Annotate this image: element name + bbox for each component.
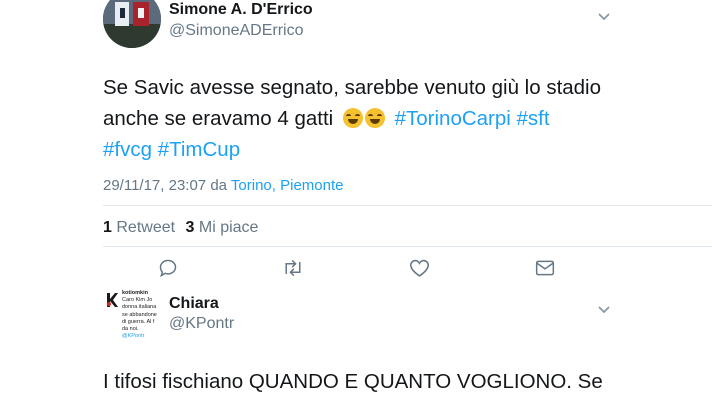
chevron-down-icon[interactable] <box>598 8 610 26</box>
tweet-date: 29/11/17, 23:07 da <box>103 177 227 194</box>
tweet-text-line-2: anche se eravamo 4 gatti #TorinoCarpi #s… <box>103 103 703 134</box>
location-separator: , <box>271 177 276 194</box>
avatar-caption: kotiomkin Caro Kim Jo donna italiana se … <box>122 290 157 340</box>
hashtag-links-line-3[interactable]: #fvcg #TimCup <box>103 134 703 165</box>
tweet-stats: 1 Retweet 3 Mi piace <box>103 219 258 237</box>
author-handle[interactable]: @KPontr <box>169 315 234 333</box>
tweet-text-line-1: Se Savic avesse segnato, sarebbe venuto … <box>103 76 602 99</box>
divider <box>103 205 712 206</box>
hashtag-links[interactable]: #TorinoCarpi #sft <box>395 107 550 130</box>
divider <box>103 246 712 247</box>
author-handle[interactable]: @SimoneADErrico <box>169 22 304 40</box>
chevron-down-icon[interactable] <box>598 301 610 319</box>
retweet-icon[interactable] <box>282 259 304 277</box>
author-name[interactable]: Simone A. D'Errico <box>169 1 313 19</box>
like-icon[interactable] <box>409 258 430 278</box>
laughing-emoji-icon <box>342 107 391 130</box>
tweet-text-segment: anche se eravamo 4 gatti <box>103 107 334 130</box>
tweet-text: I tifosi fischiano QUANDO E QUANTO VOGLI… <box>103 370 603 393</box>
avatar-chiara[interactable]: kotiomkin Caro Kim Jo donna italiana se … <box>103 288 161 346</box>
tweet-meta: 29/11/17, 23:07 da Torino, Piemonte <box>103 177 343 194</box>
author-name[interactable]: Chiara <box>169 295 219 313</box>
retweet-stat[interactable]: 1 Retweet <box>103 219 175 236</box>
avatar-logo-icon <box>105 292 119 308</box>
location-region-link[interactable]: Piemonte <box>280 177 343 194</box>
like-stat[interactable]: 3 Mi piace <box>186 219 259 236</box>
tweet-text: Se Savic avesse segnato, sarebbe venuto … <box>103 72 703 165</box>
message-icon[interactable] <box>535 259 555 277</box>
location-city-link[interactable]: Torino <box>231 177 272 194</box>
avatar-photo <box>103 0 161 48</box>
reply-icon[interactable] <box>158 258 178 278</box>
avatar-simone[interactable] <box>103 0 161 48</box>
